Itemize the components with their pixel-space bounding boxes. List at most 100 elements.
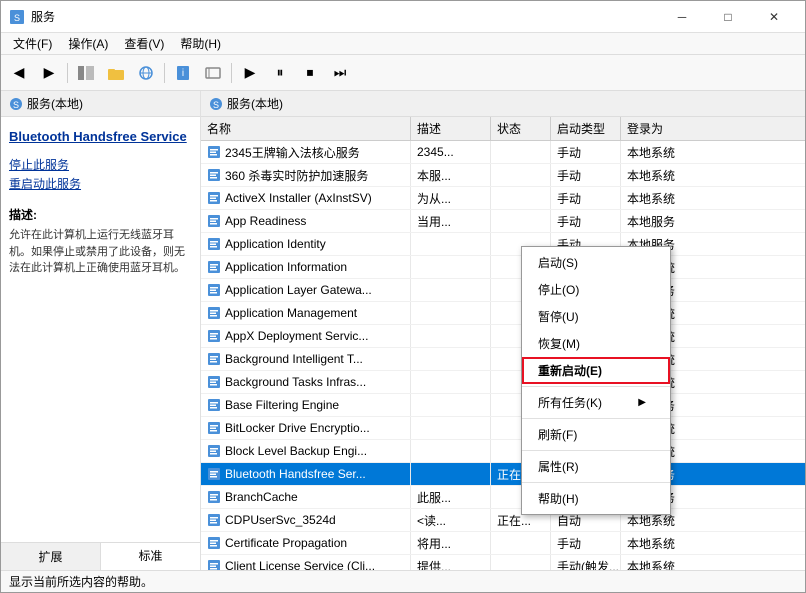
cell-name: BranchCache xyxy=(201,486,411,508)
service-name-text: BitLocker Drive Encryptio... xyxy=(225,421,370,435)
play-button[interactable]: ▶ xyxy=(236,59,264,87)
right-panel-header: S 服务(本地) xyxy=(201,91,805,117)
service-icon xyxy=(207,237,221,251)
col-header-startup[interactable]: 启动类型 xyxy=(551,117,621,140)
menu-file[interactable]: 文件(F) xyxy=(5,33,60,55)
menu-help[interactable]: 帮助(H) xyxy=(172,33,229,55)
cell-login: 本地系统 xyxy=(621,532,701,554)
menu-item-label: 恢复(M) xyxy=(538,335,580,352)
table-row[interactable]: Bluetooth Handsfree Ser... 正在运行 自动 本地服务 xyxy=(201,463,805,486)
forward-button[interactable]: ▶ xyxy=(35,59,63,87)
show-hide-button[interactable] xyxy=(72,59,100,87)
context-menu-item-7[interactable]: 属性(R) xyxy=(522,453,670,480)
restart-button[interactable]: ⏭ xyxy=(326,59,354,87)
tab-extend[interactable]: 扩展 xyxy=(1,543,101,570)
table-row[interactable]: Application Information 手动 本地系统 xyxy=(201,256,805,279)
table-row[interactable]: App Readiness 当用... 手动 本地服务 xyxy=(201,210,805,233)
menu-item-label: 刷新(F) xyxy=(538,426,577,443)
table-row[interactable]: BitLocker Drive Encryptio... 手动 本地系统 xyxy=(201,417,805,440)
table-row[interactable]: Application Identity 手动 本地服务 xyxy=(201,233,805,256)
table-row[interactable]: ActiveX Installer (AxInstSV) 为从... 手动 本地… xyxy=(201,187,805,210)
cell-desc xyxy=(411,394,491,416)
selected-service-name[interactable]: Bluetooth Handsfree Service xyxy=(1,117,200,152)
service-icon xyxy=(207,490,221,504)
window-title: 服务 xyxy=(31,8,659,25)
context-menu-item-2[interactable]: 暂停(U) xyxy=(522,303,670,330)
context-menu-separator xyxy=(522,386,670,387)
pause-button[interactable]: ⏸ xyxy=(266,59,294,87)
table-row[interactable]: CDPUserSvc_3524d <读... 正在... 自动 本地系统 xyxy=(201,509,805,532)
stop-button[interactable]: ⏹ xyxy=(296,59,324,87)
svg-text:S: S xyxy=(213,100,219,110)
folder-button[interactable] xyxy=(102,59,130,87)
back-button[interactable]: ◀ xyxy=(5,59,33,87)
table-row[interactable]: Base Filtering Engine 手动 本地服务 xyxy=(201,394,805,417)
service-icon xyxy=(207,191,221,205)
submenu-arrow-icon: ▶ xyxy=(638,397,646,408)
context-menu-item-0[interactable]: 启动(S) xyxy=(522,249,670,276)
context-menu-item-4[interactable]: 重新启动(E) xyxy=(522,357,670,384)
service-name-text: App Readiness xyxy=(225,214,306,228)
cell-name: Client License Service (Cli... xyxy=(201,555,411,570)
col-header-name[interactable]: 名称 xyxy=(201,117,411,140)
col-header-login[interactable]: 登录为 xyxy=(621,117,701,140)
service-name-text: Bluetooth Handsfree Ser... xyxy=(225,467,366,481)
cell-name: Bluetooth Handsfree Ser... xyxy=(201,463,411,485)
table-row[interactable]: Client License Service (Cli... 提供... 手动(… xyxy=(201,555,805,570)
maximize-button[interactable]: □ xyxy=(705,1,751,33)
table-row[interactable]: AppX Deployment Servic... 手动 本地系统 xyxy=(201,325,805,348)
table-row[interactable]: Application Layer Gatewa... 手动 本地服务 xyxy=(201,279,805,302)
close-button[interactable]: ✕ xyxy=(751,1,797,33)
col-header-desc[interactable]: 描述 xyxy=(411,117,491,140)
table-row[interactable]: BranchCache 此服... 手动 网络服务 xyxy=(201,486,805,509)
cell-desc xyxy=(411,302,491,324)
cell-desc: 此服... xyxy=(411,486,491,508)
cell-name: 360 杀毒实时防护加速服务 xyxy=(201,164,411,186)
cell-name: Block Level Backup Engi... xyxy=(201,440,411,462)
cell-desc xyxy=(411,348,491,370)
stop-service-link[interactable]: 停止此服务 xyxy=(9,156,192,173)
svg-text:S: S xyxy=(14,13,20,23)
service-icon xyxy=(207,467,221,481)
cell-desc xyxy=(411,233,491,255)
service-name-text: AppX Deployment Servic... xyxy=(225,329,368,343)
main-window: S 服务 ─ □ ✕ 文件(F) 操作(A) 查看(V) 帮助(H) ◀ ▶ i xyxy=(0,0,806,593)
menu-view[interactable]: 查看(V) xyxy=(116,33,172,55)
tab-standard[interactable]: 标准 xyxy=(101,543,200,570)
left-panel-tabs: 扩展 标准 xyxy=(1,542,200,570)
export-button[interactable] xyxy=(199,59,227,87)
table-row[interactable]: Certificate Propagation 将用... 手动 本地系统 xyxy=(201,532,805,555)
table-row[interactable]: Application Management 手动 本地系统 xyxy=(201,302,805,325)
minimize-button[interactable]: ─ xyxy=(659,1,705,33)
context-menu-item-6[interactable]: 刷新(F) xyxy=(522,421,670,448)
table-row[interactable]: Background Tasks Infras... 手动 本地系统 xyxy=(201,371,805,394)
network-button[interactable] xyxy=(132,59,160,87)
service-icon xyxy=(207,536,221,550)
context-menu-item-8[interactable]: 帮助(H) xyxy=(522,485,670,512)
menu-action[interactable]: 操作(A) xyxy=(60,33,116,55)
service-icon xyxy=(207,375,221,389)
info-button[interactable]: i xyxy=(169,59,197,87)
cell-status xyxy=(491,555,551,570)
cell-name: Certificate Propagation xyxy=(201,532,411,554)
cell-desc xyxy=(411,325,491,347)
services-table[interactable]: 名称 描述 状态 启动类型 登录为 2345王牌输入法核心服务 2345... xyxy=(201,117,805,570)
service-name-text: ActiveX Installer (AxInstSV) xyxy=(225,191,372,205)
status-bar: 显示当前所选内容的帮助。 xyxy=(1,570,805,592)
context-menu-item-5[interactable]: 所有任务(K)▶ xyxy=(522,389,670,416)
table-row[interactable]: Background Intelligent T... 手动 本地系统 xyxy=(201,348,805,371)
restart-service-link[interactable]: 重启动此服务 xyxy=(9,175,192,192)
context-menu-item-3[interactable]: 恢复(M) xyxy=(522,330,670,357)
col-header-status[interactable]: 状态 xyxy=(491,117,551,140)
cell-name: App Readiness xyxy=(201,210,411,232)
context-menu-item-1[interactable]: 停止(O) xyxy=(522,276,670,303)
table-row[interactable]: Block Level Backup Engi... 手动 本地系统 xyxy=(201,440,805,463)
cell-desc xyxy=(411,279,491,301)
service-name-text: Background Intelligent T... xyxy=(225,352,363,366)
table-row[interactable]: 360 杀毒实时防护加速服务 本服... 手动 本地系统 xyxy=(201,164,805,187)
menu-item-label: 属性(R) xyxy=(538,458,579,475)
cell-desc xyxy=(411,440,491,462)
cell-name: ActiveX Installer (AxInstSV) xyxy=(201,187,411,209)
table-row[interactable]: 2345王牌输入法核心服务 2345... 手动 本地系统 xyxy=(201,141,805,164)
cell-desc: 当用... xyxy=(411,210,491,232)
